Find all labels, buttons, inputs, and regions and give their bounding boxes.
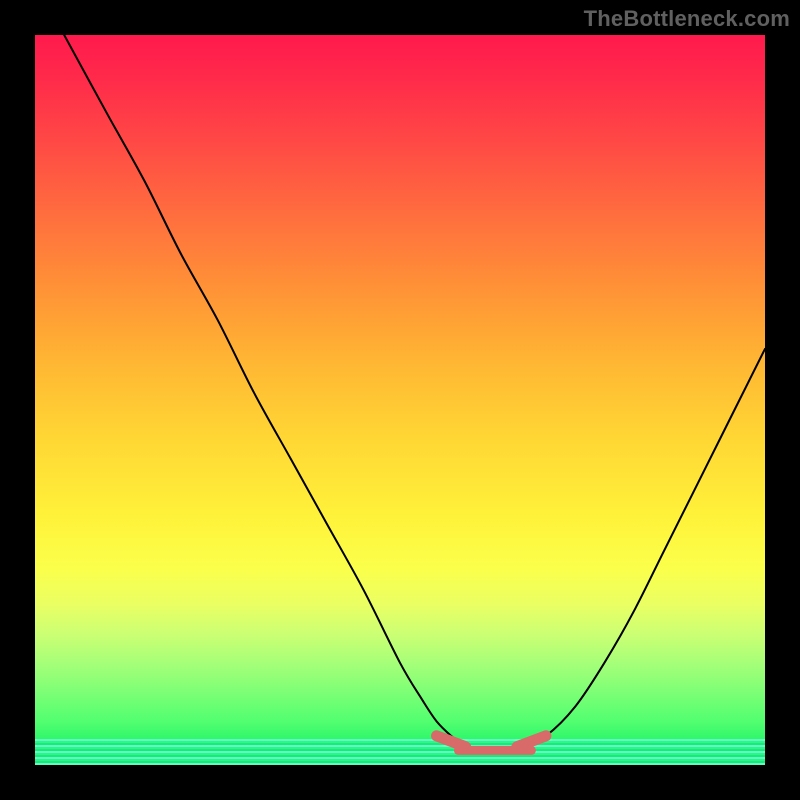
chart-frame: TheBottleneck.com xyxy=(0,0,800,800)
plot-area xyxy=(35,35,765,765)
curve-right xyxy=(517,349,765,751)
flat-marker-left xyxy=(437,736,466,747)
flat-marker-right xyxy=(517,736,546,747)
curve-layer xyxy=(35,35,765,765)
watermark-text: TheBottleneck.com xyxy=(584,6,790,32)
curve-left xyxy=(64,35,473,750)
